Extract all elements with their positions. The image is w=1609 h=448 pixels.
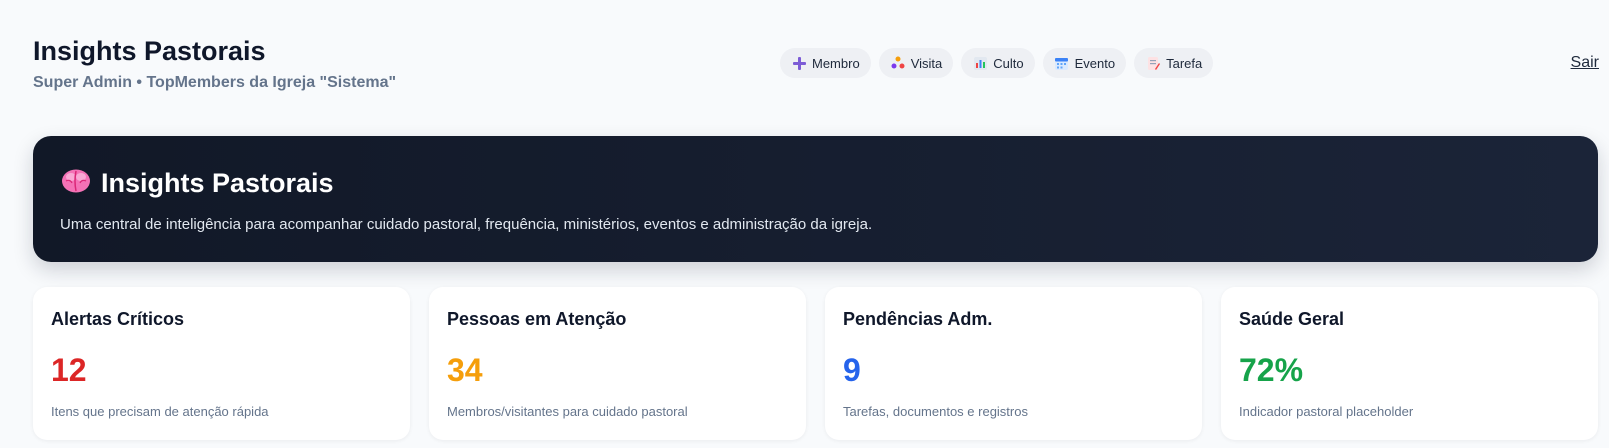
insights-hero-banner: Insights Pastorais Uma central de inteli… [33,136,1598,262]
add-task-button[interactable]: Tarefa [1134,48,1214,78]
card-value: 34 [447,352,483,388]
card-description: Membros/visitantes para cuidado pastoral [447,404,688,419]
page-subtitle: Super Admin • TopMembers da Igreja "Sist… [33,74,397,91]
calendar-icon [1055,56,1069,70]
metric-cards: Alertas Críticos 12 Itens que precisam d… [33,287,1598,440]
card-title: Alertas Críticos [51,309,185,329]
plus-icon [792,56,806,70]
add-event-label: Evento [1074,55,1116,71]
admin-pending-card[interactable]: Pendências Adm. 9 Tarefas, documentos e … [825,287,1202,440]
people-attention-card[interactable]: Pessoas em Atenção 34 Membros/visitantes… [429,287,806,440]
hero-description: Uma central de inteligência para acompan… [60,216,873,233]
add-event-button[interactable]: Evento [1042,48,1127,78]
add-visit-button[interactable]: Visita [878,48,954,78]
hero-title: Insights Pastorais [101,168,334,198]
add-member-label: Membro [812,55,860,71]
add-member-button[interactable]: Membro [780,48,871,78]
bar-chart-icon [973,56,987,70]
critical-alerts-card[interactable]: Alertas Críticos 12 Itens que precisam d… [33,287,410,440]
card-title: Saúde Geral [1239,309,1345,329]
card-title: Pendências Adm. [843,309,993,329]
quick-actions: Membro Visita Culto Evento Tarefa [780,48,1214,78]
card-value: 12 [51,352,87,388]
add-service-button[interactable]: Culto [961,48,1035,78]
overall-health-card[interactable]: Saúde Geral 72% Indicador pastoral place… [1221,287,1598,440]
page-title: Insights Pastorais [33,36,266,66]
logout-link[interactable]: Sair [1571,54,1599,72]
people-icon [891,56,905,70]
brain-icon [61,168,91,199]
card-description: Tarefas, documentos e registros [843,404,1028,419]
card-title: Pessoas em Atenção [447,309,627,329]
add-service-label: Culto [993,55,1024,71]
add-visit-label: Visita [910,55,943,71]
page-header: Insights Pastorais Super Admin • TopMemb… [33,34,396,92]
card-value: 9 [843,352,861,388]
memo-icon [1146,56,1160,70]
add-task-label: Tarefa [1166,55,1203,71]
card-description: Indicador pastoral placeholder [1239,404,1414,419]
card-value: 72% [1239,352,1304,388]
card-description: Itens que precisam de atenção rápida [51,404,269,419]
